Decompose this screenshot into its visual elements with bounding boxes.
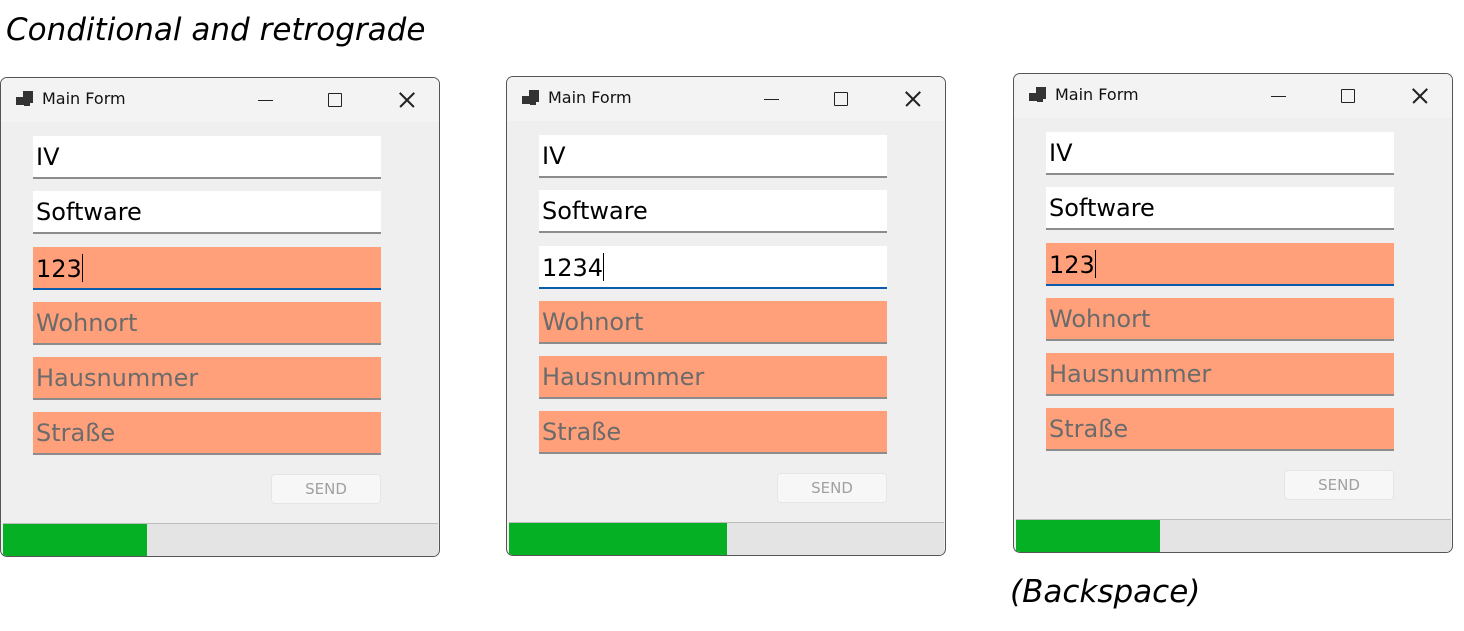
field-value: 1234 bbox=[542, 254, 604, 282]
close-icon[interactable] bbox=[385, 86, 425, 114]
field-placeholder: Wohnort bbox=[542, 308, 644, 336]
send-button[interactable]: SEND bbox=[271, 474, 381, 504]
field-placeholder: Wohnort bbox=[1049, 305, 1151, 333]
main-form-window: Main Form IV Software 1234 Wohnort Hausnumme… bbox=[506, 76, 946, 556]
progress-fill bbox=[1016, 520, 1160, 552]
field-placeholder: Wohnort bbox=[36, 309, 138, 337]
minimize-icon[interactable] bbox=[1258, 82, 1298, 110]
text-field[interactable]: Wohnort bbox=[539, 301, 887, 344]
field-placeholder: Straße bbox=[36, 419, 116, 447]
maximize-icon[interactable] bbox=[315, 86, 355, 114]
text-caret bbox=[603, 253, 605, 281]
progress-fill bbox=[3, 524, 147, 556]
progress-bar bbox=[1016, 519, 1451, 552]
window-title: Main Form bbox=[42, 89, 126, 108]
text-field[interactable]: IV bbox=[539, 135, 887, 178]
text-field[interactable]: Hausnummer bbox=[1046, 353, 1394, 396]
text-field[interactable]: IV bbox=[1046, 132, 1394, 175]
window-title: Main Form bbox=[1055, 85, 1139, 104]
text-field[interactable]: Hausnummer bbox=[539, 356, 887, 399]
close-icon[interactable] bbox=[1398, 82, 1438, 110]
progress-fill bbox=[509, 523, 727, 555]
text-field[interactable]: Wohnort bbox=[1046, 298, 1394, 341]
send-button[interactable]: SEND bbox=[777, 473, 887, 503]
progress-bar bbox=[3, 523, 438, 556]
window-title: Main Form bbox=[548, 88, 632, 107]
minimize-icon[interactable] bbox=[751, 85, 791, 113]
field-placeholder: Hausnummer bbox=[36, 364, 199, 392]
text-field[interactable]: Straße bbox=[33, 412, 381, 455]
text-field[interactable]: Wohnort bbox=[33, 302, 381, 345]
maximize-icon[interactable] bbox=[1328, 82, 1368, 110]
field-value: Software bbox=[542, 197, 648, 225]
text-field[interactable]: 123 bbox=[33, 247, 381, 290]
text-field[interactable]: Straße bbox=[539, 411, 887, 454]
close-icon[interactable] bbox=[891, 85, 931, 113]
text-field[interactable]: Software bbox=[1046, 187, 1394, 230]
app-icon bbox=[16, 91, 34, 107]
field-placeholder: Hausnummer bbox=[542, 363, 705, 391]
field-value: Software bbox=[1049, 194, 1155, 222]
text-field[interactable]: Hausnummer bbox=[33, 357, 381, 400]
text-field[interactable]: 1234 bbox=[539, 246, 887, 289]
text-caret bbox=[1094, 250, 1096, 278]
minimize-icon[interactable] bbox=[245, 86, 285, 114]
main-form-window: Main Form IV Software 123 Wohnort Hausnummer… bbox=[1013, 73, 1453, 553]
text-field[interactable]: IV bbox=[33, 136, 381, 179]
send-button[interactable]: SEND bbox=[1284, 470, 1394, 500]
title-bar[interactable]: Main Form bbox=[1, 78, 439, 122]
app-icon bbox=[522, 90, 540, 106]
main-form-window: Main Form IV Software 123 Wohnort Hausnummer… bbox=[0, 77, 440, 557]
text-caret bbox=[81, 254, 83, 282]
field-value: 123 bbox=[36, 255, 82, 283]
caption-top: Conditional and retrograde bbox=[6, 12, 426, 48]
field-placeholder: Straße bbox=[542, 418, 622, 446]
title-bar[interactable]: Main Form bbox=[1014, 74, 1452, 118]
text-field[interactable]: 123 bbox=[1046, 243, 1394, 286]
field-value: 123 bbox=[1049, 251, 1095, 279]
caption-bottom: (Backspace) bbox=[1010, 574, 1201, 610]
text-field[interactable]: Straße bbox=[1046, 408, 1394, 451]
maximize-icon[interactable] bbox=[821, 85, 861, 113]
text-field[interactable]: Software bbox=[539, 190, 887, 233]
app-icon bbox=[1029, 87, 1047, 103]
field-value: Software bbox=[36, 198, 142, 226]
field-value: IV bbox=[36, 143, 60, 171]
field-placeholder: Straße bbox=[1049, 415, 1129, 443]
progress-bar bbox=[509, 522, 944, 555]
field-placeholder: Hausnummer bbox=[1049, 360, 1212, 388]
title-bar[interactable]: Main Form bbox=[507, 77, 945, 121]
field-value: IV bbox=[542, 142, 566, 170]
text-field[interactable]: Software bbox=[33, 191, 381, 234]
field-value: IV bbox=[1049, 139, 1073, 167]
